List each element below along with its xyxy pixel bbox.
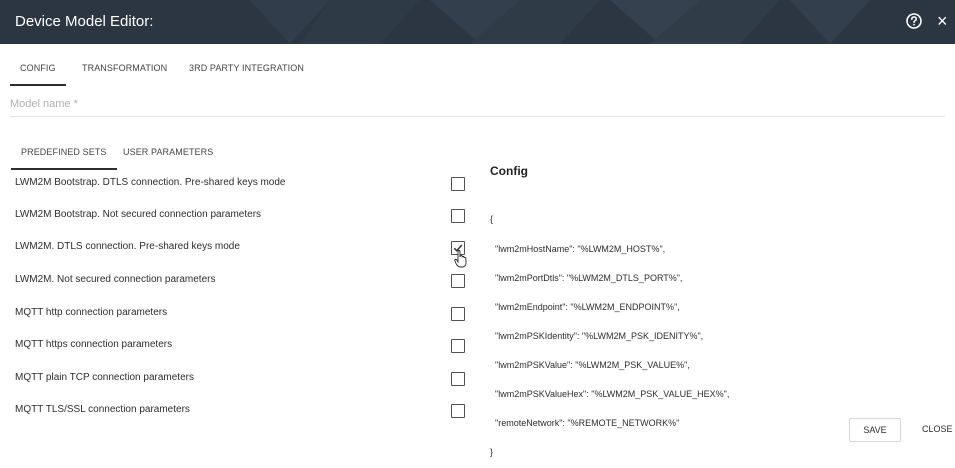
editor-tabs: CONFIG TRANSFORMATION 3RD PARTY INTEGRAT…	[0, 44, 955, 86]
hand-pointer-icon	[454, 250, 467, 268]
config-title: Config	[490, 164, 528, 178]
predefined-set-label: MQTT TLS/SSL connection parameters	[15, 404, 190, 415]
predefined-set-checkbox[interactable]	[451, 404, 465, 418]
predefined-set-checkbox[interactable]	[451, 307, 465, 321]
save-button[interactable]: SAVE	[849, 418, 901, 442]
config-json-line: {	[490, 214, 494, 225]
predefined-set-checkbox[interactable]	[451, 274, 465, 288]
predefined-set-label: LWM2M. Not secured connection parameters	[15, 274, 216, 285]
predefined-set-label: LWM2M Bootstrap. Not secured connection …	[15, 209, 262, 220]
config-json-line: "lwm2mHostName": "%LWM2M_HOST%",	[490, 243, 666, 254]
model-name-input[interactable]	[10, 92, 945, 117]
tab-3rd-party-integration[interactable]: 3RD PARTY INTEGRATION	[189, 63, 304, 73]
config-json-line: "lwm2mPSKValueHex": "%LWM2M_PSK_VALUE_HE…	[490, 389, 730, 400]
close-button[interactable]: CLOSE	[913, 418, 955, 440]
predefined-set-checkbox[interactable]	[451, 177, 465, 191]
tab-config[interactable]: CONFIG	[10, 63, 66, 86]
predefined-set-label: MQTT http connection parameters	[15, 307, 168, 318]
config-json-line: "lwm2mPSKIdentity": "%LWM2M_PSK_IDENITY%…	[490, 330, 704, 341]
predefined-set-label: MQTT https connection parameters	[15, 339, 173, 350]
predefined-set-label: MQTT plain TCP connection parameters	[15, 372, 194, 383]
config-json-line: "lwm2mEndpoint": "%LWM2M_ENDPOINT%",	[490, 301, 680, 312]
config-json: { "lwm2mHostName": "%LWM2M_HOST%", "lwm2…	[490, 196, 729, 468]
dialog-header: Device Model Editor: ×	[0, 0, 955, 44]
tab-transformation[interactable]: TRANSFORMATION	[82, 63, 167, 73]
predefined-set-checkbox[interactable]	[451, 372, 465, 386]
close-icon[interactable]: ×	[937, 10, 955, 32]
predefined-set-label: LWM2M Bootstrap. DTLS connection. Pre-sh…	[15, 177, 286, 188]
config-json-line: "lwm2mPortDtls": "%LWM2M_DTLS_PORT%",	[490, 272, 683, 283]
tab-user-parameters[interactable]: USER PARAMETERS	[123, 147, 213, 157]
config-json-line: "lwm2mPSKValue": "%LWM2M_PSK_VALUE%",	[490, 359, 690, 370]
config-json-line: }	[490, 447, 494, 458]
predefined-set-label: LWM2M. DTLS connection. Pre-shared keys …	[15, 241, 240, 252]
tab-predefined-sets[interactable]: PREDEFINED SETS	[11, 147, 116, 170]
predefined-set-checkbox[interactable]	[451, 209, 465, 223]
predefined-set-checkbox[interactable]	[451, 339, 465, 353]
config-json-line: "remoteNetwork": "%REMOTE_NETWORK%"	[490, 418, 680, 429]
dialog-title: Device Model Editor:	[15, 13, 154, 30]
question-circle-icon[interactable]	[905, 12, 923, 30]
